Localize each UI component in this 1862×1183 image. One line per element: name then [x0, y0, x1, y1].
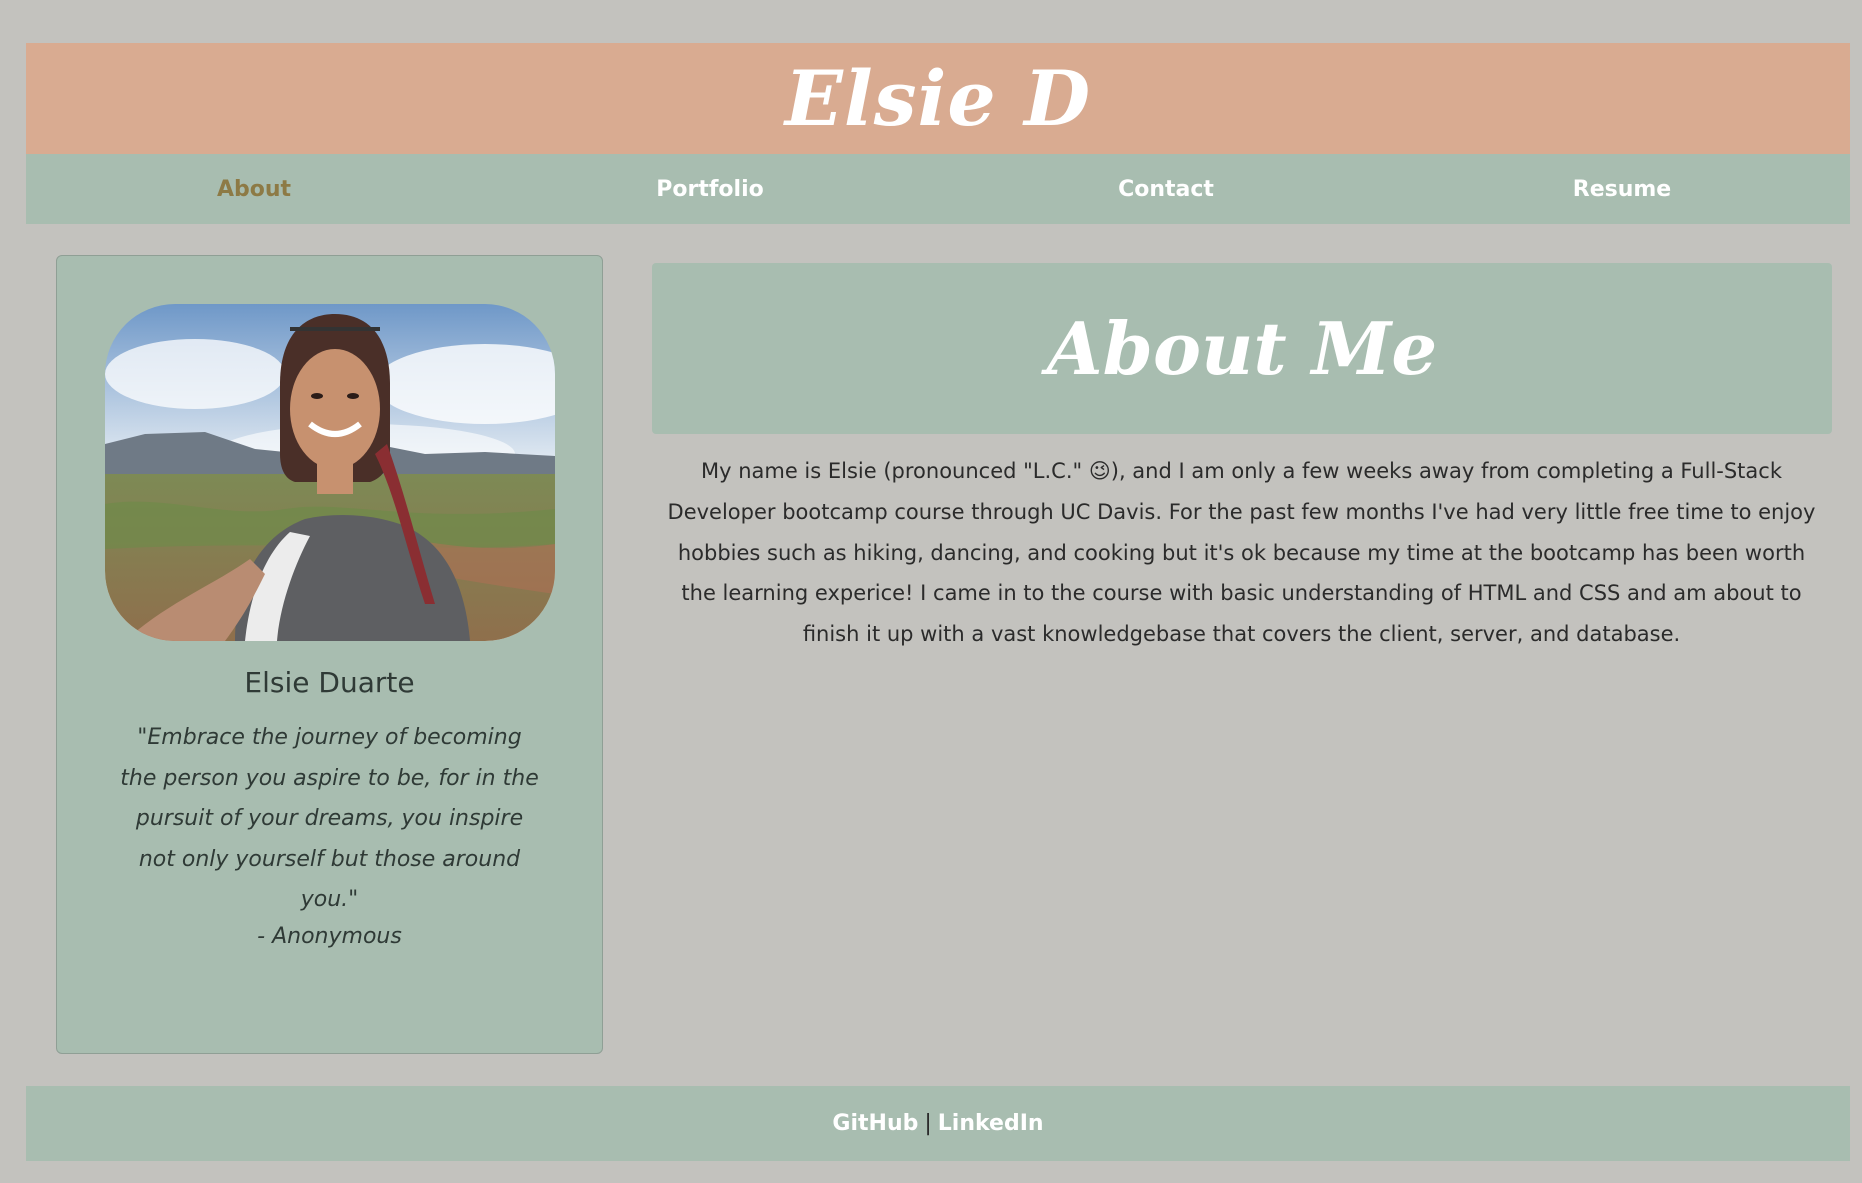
site-header: Elsie D	[26, 43, 1850, 154]
profile-name: Elsie Duarte	[244, 666, 415, 699]
profile-photo-image	[105, 304, 555, 641]
nav-resume[interactable]: Resume	[1394, 154, 1850, 224]
nav-portfolio[interactable]: Portfolio	[482, 154, 938, 224]
linkedin-link[interactable]: LinkedIn	[938, 1111, 1044, 1136]
nav-about[interactable]: About	[26, 154, 482, 224]
about-title: About Me	[1046, 305, 1438, 391]
site-title: Elsie D	[784, 53, 1092, 143]
about-paragraph: My name is Elsie (pronounced "L.C." 😉), …	[667, 459, 1816, 647]
nav-contact[interactable]: Contact	[938, 154, 1394, 224]
about-header: About Me	[652, 263, 1832, 434]
footer-separator: |	[924, 1111, 932, 1136]
profile-quote: "Embrace the journey of becoming the per…	[120, 725, 539, 912]
profile-card: Elsie Duarte "Embrace the journey of bec…	[56, 255, 603, 1054]
profile-photo	[105, 304, 555, 641]
quote-author: - Anonymous	[257, 924, 402, 949]
site-footer: GitHub | LinkedIn	[26, 1086, 1850, 1161]
github-link[interactable]: GitHub	[832, 1111, 918, 1136]
main-nav: About Portfolio Contact Resume	[26, 154, 1850, 224]
